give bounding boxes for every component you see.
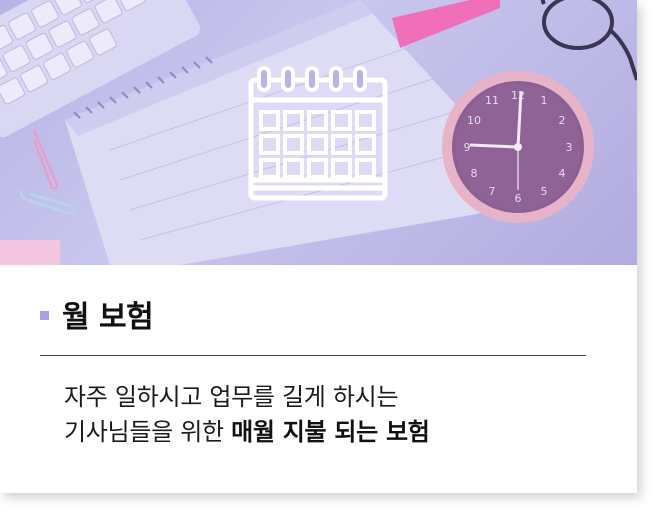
insurance-card: 12 1 2 3 4 5 6 7 8 9 10 11 월 보험 자주 일하시고 … (0, 0, 637, 493)
card-title: 월 보험 (62, 300, 154, 335)
description-line-2-bold: 매월 지불 되는 보험 (231, 418, 430, 446)
clock-number-8: 8 (471, 167, 478, 180)
clock-number-4: 4 (559, 167, 566, 180)
clock-number-7: 7 (489, 185, 496, 198)
sticky-note-image (392, 0, 500, 48)
calendar-icon (248, 66, 388, 201)
divider (40, 355, 586, 356)
clock-number-5: 5 (541, 185, 548, 198)
clock-number-6: 6 (515, 192, 522, 205)
clock-number-9: 9 (464, 141, 471, 154)
card-title-row: 월 보험 (40, 294, 154, 335)
marker-image (0, 240, 60, 265)
clock-number-3: 3 (566, 141, 573, 154)
clock-number-10: 10 (467, 114, 481, 127)
description-line-2: 기사님들을 위한 매월 지불 되는 보험 (64, 415, 430, 450)
paperclip-image (19, 129, 76, 216)
description-line-1: 자주 일하시고 업무를 길게 하시는 (64, 383, 399, 411)
card-description: 자주 일하시고 업무를 길게 하시는 기사님들을 위한 매월 지불 되는 보험 (64, 380, 430, 450)
clock-number-12: 12 (511, 89, 525, 102)
glasses-image (540, 0, 637, 81)
clock-image: 12 1 2 3 4 5 6 7 8 9 10 11 (442, 71, 594, 223)
clock-number-1: 1 (541, 94, 548, 107)
clock-number-2: 2 (559, 114, 566, 127)
title-bullet-icon (40, 310, 49, 320)
clock-number-11: 11 (485, 94, 499, 107)
hero-image: 12 1 2 3 4 5 6 7 8 9 10 11 (0, 0, 637, 265)
description-line-2-normal: 기사님들을 위한 (64, 418, 232, 446)
